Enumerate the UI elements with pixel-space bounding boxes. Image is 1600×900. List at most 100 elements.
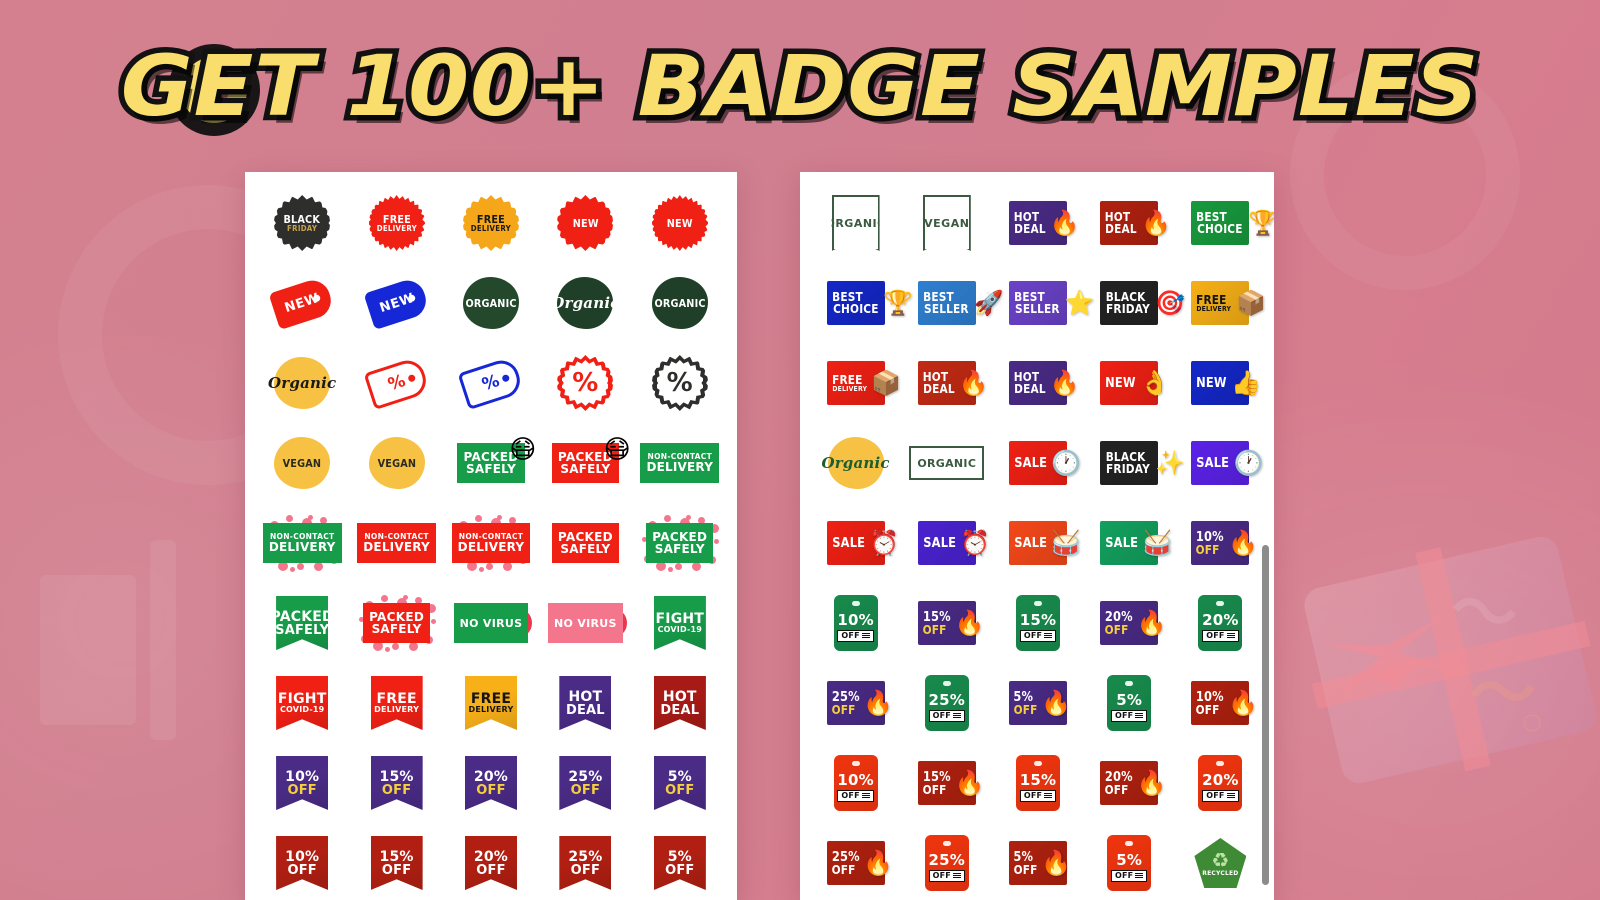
badge-cell[interactable]: NON-CONTACT DELIVERY: [633, 430, 727, 496]
organic-script-circle-badge[interactable]: Organic: [551, 277, 619, 329]
15-percent-off-red-pricetag[interactable]: 15% OFF: [1015, 755, 1060, 811]
badge-cell[interactable]: NEW 👌: [1084, 350, 1175, 416]
badge-cell[interactable]: HOT DEAL 🔥: [992, 190, 1083, 256]
20-percent-off-purple-ribbon-badge[interactable]: 20% OFF: [464, 756, 517, 810]
badge-cell[interactable]: NON-CONTACT DELIVERY: [255, 510, 349, 576]
hot-deal-purple-ribbon-badge[interactable]: HOT DEAL: [559, 676, 612, 730]
recycled-green-pentagon-badge[interactable]: ♻ RECYCLED: [1194, 838, 1247, 888]
badge-cell[interactable]: FREE DELIVERY 📦: [1175, 270, 1266, 336]
badge-cell[interactable]: 15% OFF: [992, 590, 1083, 656]
badge-cell[interactable]: 5% OFF: [1084, 830, 1175, 896]
20-percent-off-red-ribbon-badge[interactable]: 20% OFF: [464, 836, 517, 890]
badge-cell[interactable]: %: [444, 350, 538, 416]
badge-cell[interactable]: 20% OFF 🔥: [1084, 590, 1175, 656]
vegan-leaf-blob-badge[interactable]: VEGAN: [274, 437, 331, 489]
new-tag-red-outline-badge[interactable]: NEW: [268, 275, 336, 331]
20-percent-off-red-pricetag[interactable]: 20% OFF: [1198, 755, 1243, 811]
badge-cell[interactable]: 5% OFF 🔥: [992, 830, 1083, 896]
free-delivery-starburst-yellow-badge[interactable]: FREE DELIVERY: [462, 195, 519, 251]
badge-cell[interactable]: BEST SELLER ⭐: [992, 270, 1095, 336]
badge-cell[interactable]: 15% OFF: [349, 750, 443, 816]
badge-cell[interactable]: NON-CONTACT DELIVERY: [444, 510, 538, 576]
badge-sheet-left-panel[interactable]: BLACK FRIDAY FREE DELIVERY FREE DELIVERY NEW NE…: [245, 172, 737, 900]
badge-cell[interactable]: 5% OFF: [633, 830, 727, 896]
15-percent-off-green-pricetag[interactable]: 15% OFF: [1015, 595, 1060, 651]
sale-orange-drum-tile[interactable]: SALE 🥁: [1009, 521, 1081, 565]
badge-sheet-right-panel[interactable]: ORGANIC VEGAN HOT DEAL 🔥 HOT DEAL 🔥 BEST CHOICE 🏆 B…: [800, 172, 1274, 900]
5-percent-off-green-pricetag[interactable]: 5% OFF: [1107, 675, 1152, 731]
badge-cell[interactable]: 10% OFF 🔥: [1175, 510, 1266, 576]
badge-cell[interactable]: NEW: [633, 190, 727, 256]
badge-cell[interactable]: SALE 🥁: [992, 510, 1083, 576]
badge-cell[interactable]: 5% OFF: [633, 750, 727, 816]
badge-cell[interactable]: 15% OFF 🔥: [901, 750, 992, 816]
badge-cell[interactable]: %: [633, 350, 727, 416]
non-contact-delivery-red-virus-badge[interactable]: NON-CONTACT DELIVERY: [451, 515, 531, 572]
10-percent-off-purple-fire-tile[interactable]: 10% OFF 🔥: [1191, 521, 1258, 565]
5-percent-off-purple-ribbon-badge[interactable]: 5% OFF: [653, 756, 706, 810]
10-percent-off-green-pricetag[interactable]: 10% OFF: [833, 595, 878, 651]
badge-cell[interactable]: HOT DEAL: [633, 670, 727, 736]
badge-cell[interactable]: 25% OFF 🔥: [810, 830, 901, 896]
badge-cell[interactable]: ORGANIC: [444, 270, 538, 336]
badge-cell[interactable]: BEST SELLER 🚀: [901, 270, 1003, 336]
percent-tag-blue-badge[interactable]: %: [457, 355, 525, 411]
best-seller-rocket-tile[interactable]: BEST SELLER 🚀: [918, 281, 1003, 325]
percent-starburst-red-outline-badge[interactable]: %: [557, 355, 614, 411]
badge-cell[interactable]: SALE 🥁: [1084, 510, 1175, 576]
non-contact-delivery-green-badge[interactable]: NON-CONTACT DELIVERY: [640, 443, 720, 483]
badge-cell[interactable]: 10% OFF: [810, 750, 901, 816]
15-percent-off-purple-fire-tile[interactable]: 15% OFF 🔥: [918, 601, 984, 645]
best-seller-star-tile[interactable]: BEST SELLER ⭐: [1009, 281, 1095, 325]
hot-deal-red-fire-tile-2[interactable]: HOT DEAL 🔥: [918, 361, 989, 405]
badge-cell[interactable]: SALE 🕐: [992, 430, 1083, 496]
badge-cell[interactable]: BLACK FRIDAY 🎯: [1084, 270, 1185, 336]
25-percent-off-green-pricetag[interactable]: 25% OFF: [924, 675, 969, 731]
badge-cell[interactable]: 15% OFF: [349, 830, 443, 896]
badge-cell[interactable]: 5% OFF: [1084, 670, 1175, 736]
non-contact-delivery-red-badge[interactable]: NON-CONTACT DELIVERY: [357, 523, 436, 563]
badge-cell[interactable]: Organic: [810, 430, 901, 496]
black-friday-sparkles-tile[interactable]: BLACK FRIDAY ✨: [1100, 441, 1185, 485]
badge-cell[interactable]: HOT DEAL 🔥: [1084, 190, 1175, 256]
packed-safely-green-mask-badge[interactable]: PACKED SAFELY 😷: [457, 437, 536, 483]
badge-cell[interactable]: PACKED SAFELY: [633, 510, 727, 576]
25-percent-off-purple-ribbon-badge[interactable]: 25% OFF: [559, 756, 612, 810]
badge-cell[interactable]: HOT DEAL 🔥: [901, 350, 992, 416]
badge-cell[interactable]: NO VIRUS: [444, 590, 538, 656]
badge-cell[interactable]: NO VIRUS: [538, 590, 632, 656]
badge-cell[interactable]: 25% OFF: [901, 830, 992, 896]
badge-cell[interactable]: 15% OFF 🔥: [901, 590, 992, 656]
vegan-blob-badge[interactable]: VEGAN: [368, 437, 425, 489]
badge-cell[interactable]: 25% OFF: [901, 670, 992, 736]
badge-cell[interactable]: 15% OFF: [992, 750, 1083, 816]
5-percent-off-red-fire-tile[interactable]: 5% OFF 🔥: [1009, 841, 1071, 885]
badge-cell[interactable]: FREE DELIVERY: [444, 190, 538, 256]
black-friday-target-tile[interactable]: BLACK FRIDAY 🎯: [1100, 281, 1185, 325]
free-delivery-yellow-ribbon-badge[interactable]: FREE DELIVERY: [464, 676, 517, 730]
5-percent-off-red-ribbon-badge[interactable]: 5% OFF: [653, 836, 706, 890]
badge-cell[interactable]: ORGANIC: [810, 190, 901, 256]
badge-cell[interactable]: PACKED SAFELY 😷: [538, 430, 632, 496]
badge-cell[interactable]: 20% OFF: [444, 750, 538, 816]
best-choice-green-trophy-tile[interactable]: BEST CHOICE 🏆: [1191, 201, 1274, 245]
best-choice-blue-trophy-tile[interactable]: BEST CHOICE 🏆: [827, 281, 913, 325]
badge-cell[interactable]: NEW 👍: [1175, 350, 1266, 416]
sale-purple-alarm-tile[interactable]: SALE ⏰: [918, 521, 990, 565]
badge-cell[interactable]: SALE 🕐: [1175, 430, 1266, 496]
badge-cell[interactable]: HOT DEAL 🔥: [992, 350, 1083, 416]
organic-plain-circle-badge[interactable]: ORGANIC: [651, 277, 708, 329]
badge-cell[interactable]: 10% OFF: [810, 590, 901, 656]
badge-cell[interactable]: PACKED SAFELY: [349, 590, 443, 656]
badge-cell[interactable]: NEW: [538, 190, 632, 256]
packed-safely-red-virus-badge[interactable]: PACKED SAFELY: [358, 595, 436, 652]
badge-cell[interactable]: FREE DELIVERY: [444, 670, 538, 736]
badge-cell[interactable]: SALE ⏰: [810, 510, 901, 576]
badge-cell[interactable]: %: [349, 350, 443, 416]
20-percent-off-green-pricetag[interactable]: 20% OFF: [1198, 595, 1243, 651]
badge-cell[interactable]: 20% OFF: [444, 830, 538, 896]
packed-safely-red-mask-badge[interactable]: PACKED SAFELY 😷: [551, 437, 631, 483]
badge-cell[interactable]: VEGAN: [349, 430, 443, 496]
badge-cell[interactable]: 25% OFF: [538, 750, 632, 816]
organic-yellow-blob-badge[interactable]: Organic: [268, 357, 336, 409]
